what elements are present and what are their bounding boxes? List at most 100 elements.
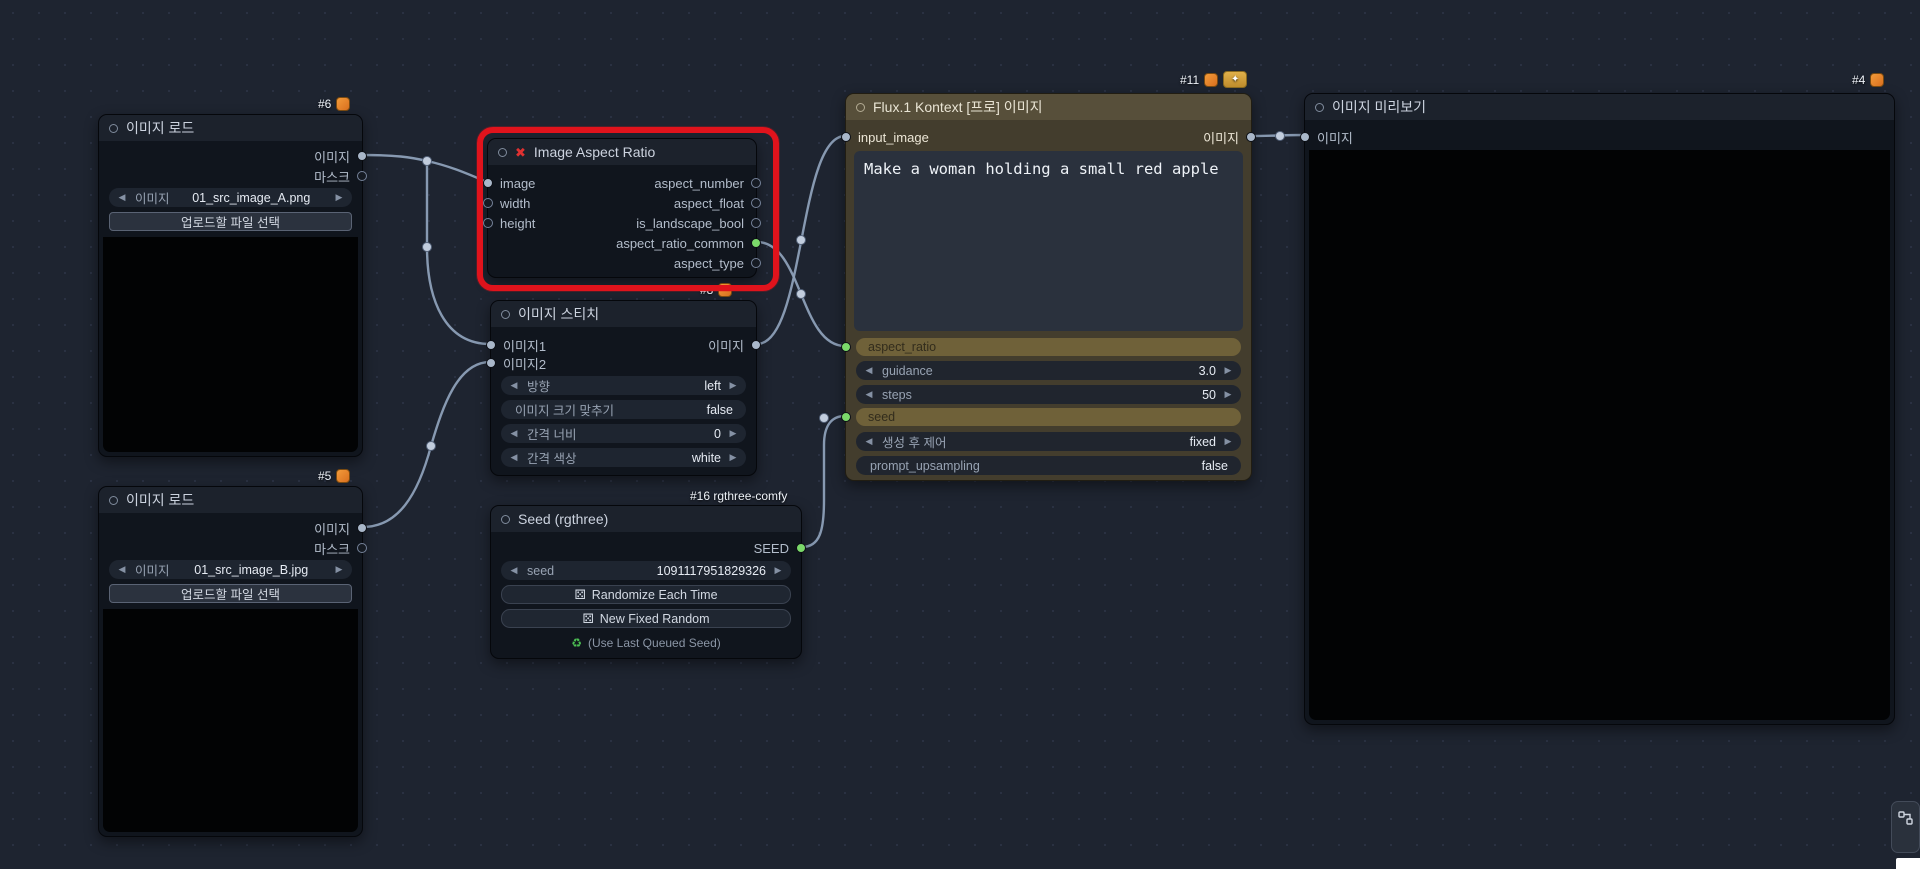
input-slot-image1[interactable]	[486, 340, 496, 350]
collapse-dot-icon[interactable]	[501, 309, 510, 319]
output-slot-image[interactable]	[751, 340, 761, 350]
preview-image-node[interactable]: 이미지 미리보기 이미지	[1300, 93, 1895, 725]
output-slot-aspect-number[interactable]	[751, 178, 761, 188]
flux-kontext-node[interactable]: Flux.1 Kontext [프로] 이미지 input_image 이미지 …	[841, 93, 1256, 481]
upload-file-button[interactable]: 업로드할 파일 선택	[109, 212, 352, 231]
collapse-dot-icon[interactable]	[109, 123, 118, 133]
node-title: Seed (rgthree)	[518, 511, 609, 527]
prompt-upsampling-widget[interactable]: prompt_upsampling false	[856, 456, 1241, 475]
left-arrow-icon[interactable]	[116, 188, 128, 207]
node-title-bar[interactable]: 이미지 미리보기	[1305, 94, 1894, 120]
input-slot-image[interactable]	[483, 178, 493, 188]
input-slot-height[interactable]	[483, 218, 493, 228]
input-slot-seed[interactable]	[841, 412, 851, 422]
output-slot-seed[interactable]	[796, 543, 806, 553]
image-file-combo[interactable]: 이미지 01_src_image_A.png	[109, 188, 352, 207]
left-arrow-icon[interactable]	[508, 561, 520, 580]
output-slot-image[interactable]	[1246, 132, 1256, 142]
right-arrow-icon[interactable]	[333, 188, 345, 207]
input-slot-image2[interactable]	[486, 358, 496, 368]
node-title: 이미지 로드	[126, 492, 195, 508]
node-graph-canvas[interactable]: #6 이미지 로드 이미지 마스크 이미지 01_src_image_A.png…	[0, 0, 1920, 869]
node-title-bar[interactable]: 이미지 로드	[99, 115, 362, 141]
collapse-dot-icon[interactable]	[498, 147, 507, 157]
left-arrow-icon[interactable]	[508, 376, 520, 395]
seed-value-widget[interactable]: seed 1091117951829326	[501, 561, 791, 580]
input-slot-image[interactable]	[1300, 132, 1310, 142]
collapse-dot-icon[interactable]	[109, 495, 118, 505]
input-slot-aspect-ratio[interactable]	[841, 342, 851, 352]
node-title-bar[interactable]: Seed (rgthree)	[491, 506, 801, 532]
right-arrow-icon[interactable]	[727, 376, 739, 395]
output-slot-aspect-ratio-common[interactable]	[751, 238, 761, 248]
spacing-width-widget[interactable]: 간격 너비 0	[501, 424, 746, 443]
output-row-aspect-ratio-common: aspect_ratio_common	[500, 234, 744, 252]
output-slot-aspect-type[interactable]	[751, 258, 761, 268]
image-stitch-node[interactable]: 이미지 스티치 이미지1 이미지2 이미지 방향 left 이미지 크기 맞추기…	[486, 300, 761, 476]
use-last-queued-seed[interactable]: (Use Last Queued Seed)	[501, 633, 791, 652]
input-slot-input-image[interactable]	[841, 132, 851, 142]
output-slot-is-landscape-bool[interactable]	[751, 218, 761, 228]
input-slot-width[interactable]	[483, 198, 493, 208]
right-arrow-icon[interactable]	[333, 560, 345, 579]
prompt-textarea[interactable]: Make a woman holding a small red apple	[854, 151, 1243, 331]
guidance-widget[interactable]: guidance 3.0	[856, 361, 1241, 380]
collapse-dot-icon[interactable]	[1315, 102, 1324, 112]
right-arrow-icon[interactable]	[727, 448, 739, 467]
left-arrow-icon[interactable]	[863, 432, 875, 451]
right-arrow-icon[interactable]	[727, 424, 739, 443]
randomize-each-time-button[interactable]: Randomize Each Time	[501, 585, 791, 604]
left-arrow-icon[interactable]	[863, 361, 875, 380]
output-label: 이미지	[1203, 130, 1239, 146]
node-id-badge: #5	[318, 467, 351, 484]
node-id-badge: #11	[1180, 71, 1248, 88]
right-arrow-icon[interactable]	[772, 561, 784, 580]
output-label: aspect_ratio_common	[616, 235, 744, 251]
direction-widget[interactable]: 방향 left	[501, 376, 746, 395]
steps-widget[interactable]: steps 50	[856, 385, 1241, 404]
seed-input-widget[interactable]: seed	[856, 408, 1241, 426]
right-arrow-icon[interactable]	[1222, 361, 1234, 380]
minimap-toggle-button[interactable]	[1891, 801, 1920, 853]
left-arrow-icon[interactable]	[863, 385, 875, 404]
upload-file-button[interactable]: 업로드할 파일 선택	[109, 584, 352, 603]
control-after-generate-widget[interactable]: 생성 후 제어 fixed	[856, 432, 1241, 451]
node-title-bar[interactable]: Image Aspect Ratio	[488, 139, 756, 165]
minimap-panel[interactable]	[1896, 858, 1920, 869]
node-title-bar[interactable]: 이미지 로드	[99, 487, 362, 513]
right-arrow-icon[interactable]	[1222, 432, 1234, 451]
output-slot-aspect-float[interactable]	[751, 198, 761, 208]
output-row-aspect-float: aspect_float	[500, 194, 744, 212]
output-slot-mask[interactable]	[357, 543, 367, 553]
widget-value: 3.0	[1198, 363, 1216, 378]
output-slot-image[interactable]	[357, 523, 367, 533]
output-slot-image[interactable]	[357, 151, 367, 161]
load-image-b-node[interactable]: 이미지 로드 이미지 마스크 이미지 01_src_image_B.jpg 업로…	[98, 486, 367, 837]
spacing-color-widget[interactable]: 간격 색상 white	[501, 448, 746, 467]
left-arrow-icon[interactable]	[508, 448, 520, 467]
widget-label: 생성 후 제어	[882, 436, 947, 450]
image-file-combo[interactable]: 이미지 01_src_image_B.jpg	[109, 560, 352, 579]
load-image-a-node[interactable]: 이미지 로드 이미지 마스크 이미지 01_src_image_A.png 업로…	[98, 114, 367, 457]
match-image-size-widget[interactable]: 이미지 크기 맞추기 false	[501, 400, 746, 419]
widget-label: 방향	[527, 380, 551, 394]
collapse-dot-icon[interactable]	[856, 102, 865, 112]
output-label: aspect_number	[654, 175, 744, 191]
node-title-bar[interactable]: 이미지 스티치	[491, 301, 756, 327]
node-id-badge: #16 rgthree-comfy	[690, 487, 787, 504]
aspect-ratio-input-widget[interactable]: aspect_ratio	[856, 338, 1241, 356]
left-arrow-icon[interactable]	[116, 560, 128, 579]
image-aspect-ratio-node[interactable]: Image Aspect Ratio image width height as…	[483, 138, 761, 278]
collapse-dot-icon[interactable]	[501, 514, 510, 524]
node-id-label: #5	[318, 468, 332, 483]
node-title: 이미지 미리보기	[1332, 99, 1427, 115]
left-arrow-icon[interactable]	[508, 424, 520, 443]
combo-label: 이미지	[135, 564, 170, 578]
right-arrow-icon[interactable]	[1222, 385, 1234, 404]
dice-icon	[582, 611, 593, 627]
api-sparkle-button[interactable]	[1223, 71, 1248, 88]
new-fixed-random-button[interactable]: New Fixed Random	[501, 609, 791, 628]
node-title-bar[interactable]: Flux.1 Kontext [프로] 이미지	[846, 94, 1251, 120]
seed-rgthree-node[interactable]: Seed (rgthree) SEED seed 109111795182932…	[490, 505, 806, 659]
output-slot-mask[interactable]	[357, 171, 367, 181]
